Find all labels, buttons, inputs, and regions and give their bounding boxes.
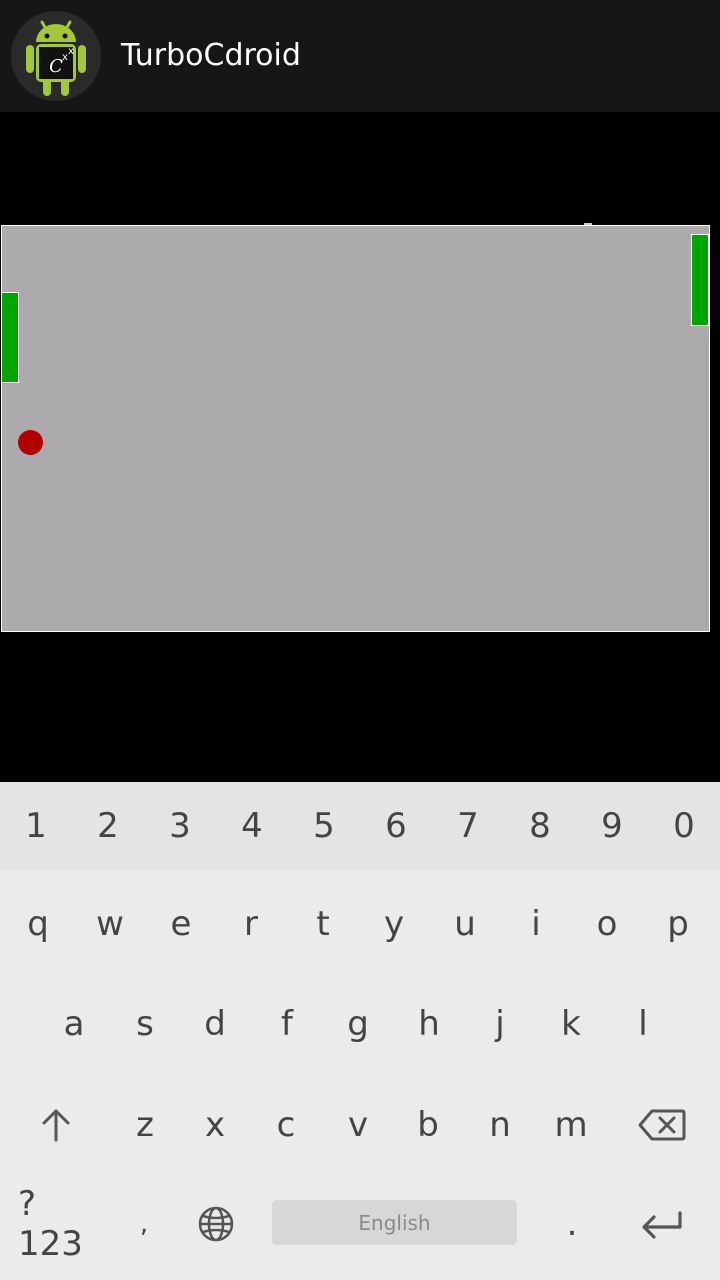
letter-row-1: q w e r t y u i o p xyxy=(0,874,720,974)
period-key[interactable]: . xyxy=(540,1174,604,1274)
soft-keyboard: 1 2 3 4 5 6 7 8 9 0 q w e r t y u i o p … xyxy=(0,782,720,1280)
shift-key[interactable] xyxy=(20,1075,92,1175)
letter-row-3: z x c v b n m xyxy=(0,1075,720,1175)
shift-arrow-icon xyxy=(42,1109,70,1142)
enter-icon xyxy=(642,1211,682,1239)
number-row: 1 2 3 4 5 6 7 8 9 0 xyxy=(0,782,720,870)
ball xyxy=(18,430,43,455)
icon-superscript: x xyxy=(68,46,74,57)
app-title-bar: C xx TurboCdroid xyxy=(0,0,720,112)
key-s[interactable]: s xyxy=(109,974,181,1074)
android-cxx-icon: C xx xyxy=(10,10,102,102)
backspace-icon xyxy=(638,1109,686,1141)
globe-icon xyxy=(198,1206,234,1242)
key-p[interactable]: p xyxy=(642,874,714,974)
key-0[interactable]: 0 xyxy=(648,782,720,870)
key-w[interactable]: w xyxy=(74,874,146,974)
key-4[interactable]: 4 xyxy=(216,782,288,870)
key-o[interactable]: o xyxy=(571,874,643,974)
key-6[interactable]: 6 xyxy=(360,782,432,870)
backspace-key[interactable] xyxy=(622,1075,702,1175)
court-marker xyxy=(584,223,592,225)
icon-text: C xyxy=(49,56,63,77)
key-1[interactable]: 1 xyxy=(0,782,72,870)
key-j[interactable]: j xyxy=(464,974,536,1074)
key-g[interactable]: g xyxy=(322,974,394,1074)
key-y[interactable]: y xyxy=(358,874,430,974)
letter-row-2: a s d f g h j k l xyxy=(0,974,720,1074)
app-title: TurboCdroid xyxy=(121,38,301,73)
key-r[interactable]: r xyxy=(215,874,287,974)
key-e[interactable]: e xyxy=(145,874,217,974)
left-paddle xyxy=(1,292,19,383)
key-x[interactable]: x xyxy=(179,1075,251,1175)
key-l[interactable]: l xyxy=(607,974,679,1074)
key-d[interactable]: d xyxy=(179,974,251,1074)
key-2[interactable]: 2 xyxy=(72,782,144,870)
pong-court[interactable] xyxy=(1,225,710,632)
key-8[interactable]: 8 xyxy=(504,782,576,870)
key-q[interactable]: q xyxy=(2,874,74,974)
key-i[interactable]: i xyxy=(500,874,572,974)
key-h[interactable]: h xyxy=(393,974,465,1074)
bottom-row: ?123 , English . xyxy=(0,1174,720,1274)
comma-key[interactable]: , xyxy=(112,1174,176,1274)
symbols-key[interactable]: ?123 xyxy=(18,1174,98,1274)
key-k[interactable]: k xyxy=(535,974,607,1074)
key-u[interactable]: u xyxy=(429,874,501,974)
key-m[interactable]: m xyxy=(535,1075,607,1175)
key-f[interactable]: f xyxy=(251,974,323,1074)
right-paddle xyxy=(691,234,709,326)
key-a[interactable]: a xyxy=(38,974,110,1074)
key-t[interactable]: t xyxy=(287,874,359,974)
key-v[interactable]: v xyxy=(322,1075,394,1175)
enter-key[interactable] xyxy=(626,1174,698,1274)
key-9[interactable]: 9 xyxy=(576,782,648,870)
key-b[interactable]: b xyxy=(392,1075,464,1175)
key-3[interactable]: 3 xyxy=(144,782,216,870)
space-bar[interactable]: English xyxy=(272,1200,517,1245)
key-z[interactable]: z xyxy=(109,1075,181,1175)
key-5[interactable]: 5 xyxy=(288,782,360,870)
key-c[interactable]: c xyxy=(250,1075,322,1175)
key-7[interactable]: 7 xyxy=(432,782,504,870)
language-key[interactable] xyxy=(186,1174,246,1274)
key-n[interactable]: n xyxy=(464,1075,536,1175)
